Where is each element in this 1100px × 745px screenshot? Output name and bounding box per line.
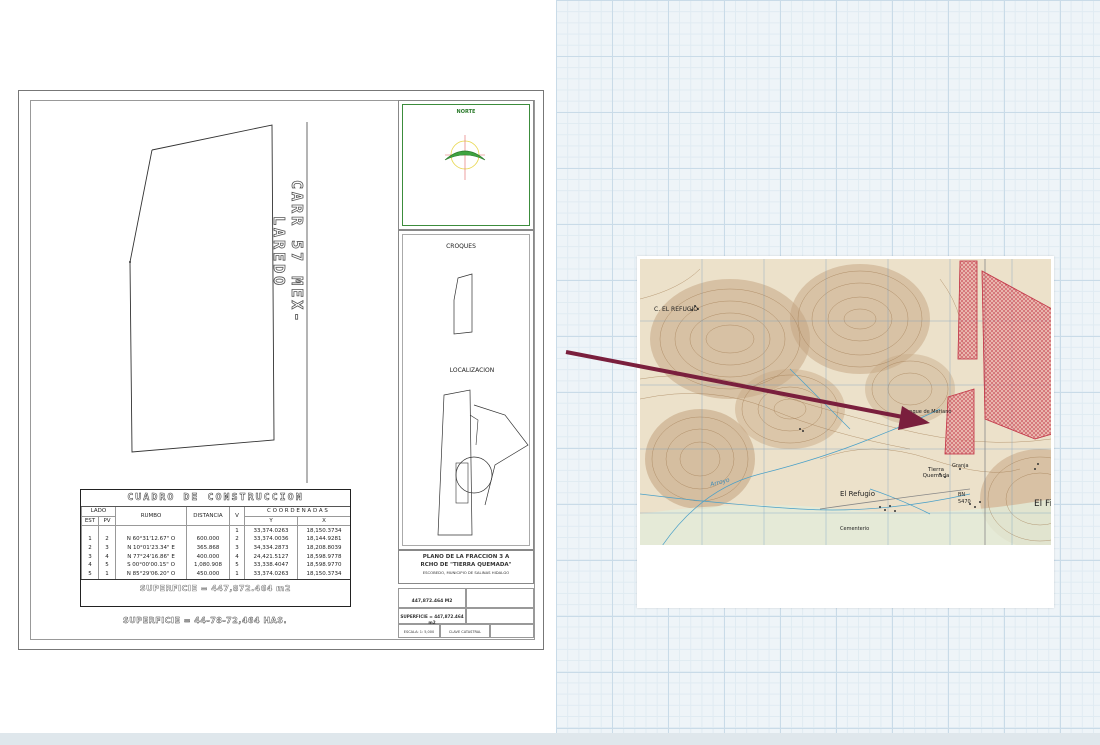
croques-sketch bbox=[453, 273, 473, 335]
table-row: 12 N 60°31'12.67" O 600.000 2 33,374.0036 1… bbox=[81, 535, 350, 544]
title-block-header: PLANO DE LA FRACCION 3 A RCHO DE "TIERRA… bbox=[398, 550, 534, 584]
road-label: CARR 57 MEX- LAREDO bbox=[270, 180, 307, 325]
construction-table-grid: LADO RUMBO DISTANCIA V C O O R D E N A D… bbox=[81, 507, 350, 579]
map-label-granja: Granja bbox=[952, 463, 969, 469]
survey-plan-sheet: CARR 57 MEX- LAREDO NORTE CROQUES LOCALI… bbox=[0, 0, 556, 733]
parcel-polygon bbox=[129, 124, 275, 453]
topo-map-svg bbox=[640, 259, 1051, 545]
title-block-side bbox=[466, 588, 534, 608]
title-block-escala: ESCALA: 1: 5,000 bbox=[398, 624, 440, 638]
map-label-el-refugio: El Refugio bbox=[840, 490, 876, 498]
north-arrow-icon bbox=[444, 135, 486, 180]
table-row: 45 S 00°00'00.15" O 1,080.908 5 33,338.404… bbox=[81, 561, 350, 570]
table-row: 23 N 10°01'23.34" E 365.868 3 34,334.2873 1… bbox=[81, 543, 350, 553]
table-row: 51 N 85°29'06.20" O 450.000 1 33,374.0263 1… bbox=[81, 569, 350, 579]
norte-label: NORTE bbox=[456, 109, 476, 115]
map-label-tierra-quemada: Tierra Quemada bbox=[922, 467, 950, 479]
header-coordenadas: C O O R D E N A D A S bbox=[244, 507, 350, 517]
topographic-map: C. EL REFUGIO Tanque de Mariano Tierra Q… bbox=[640, 259, 1051, 545]
title-block-side-2 bbox=[466, 608, 534, 624]
table-row: 1 33,374.0263 18,150.3734 bbox=[81, 525, 350, 536]
construction-table: CUADRO DE CONSTRUCCION LADO RUMBO DISTAN… bbox=[80, 489, 351, 607]
title-block: PLANO DE LA FRACCION 3 A RCHO DE "TIERRA… bbox=[398, 550, 534, 640]
title-block-area-small: 447,872.464 M2 bbox=[398, 588, 466, 608]
map-label-el-fi: El Fi bbox=[1034, 499, 1051, 509]
map-label-bn: BN bbox=[958, 492, 966, 498]
localizacion-label: LOCALIZACION bbox=[449, 367, 495, 374]
title-block-blank bbox=[490, 624, 534, 638]
title-block-clave: CLAVE CATASTRAL bbox=[440, 624, 490, 638]
superficie-has-label: SUPERFICIE = 44-78-72,464 HAS. bbox=[123, 616, 288, 625]
header-rumbo: RUMBO bbox=[115, 507, 187, 527]
header-y: Y bbox=[243, 516, 298, 527]
header-x: X bbox=[297, 516, 350, 527]
map-label-tanque: Tanque de Mariano bbox=[904, 409, 952, 415]
header-v: V bbox=[229, 507, 245, 527]
table-row: 34 N 77°24'16.86" E 400.000 4 24,421.5127 1… bbox=[81, 552, 350, 562]
localization-sketch bbox=[437, 389, 529, 536]
header-lado: LADO bbox=[81, 507, 116, 517]
table-superficie: SUPERFICIE = 447,872.464 m2 bbox=[81, 578, 350, 598]
map-label-el-refugio-top: C. EL REFUGIO bbox=[654, 306, 698, 313]
header-est: EST bbox=[81, 516, 99, 527]
croques-label: CROQUES bbox=[446, 243, 476, 250]
map-label-cementerio: Cementerio bbox=[840, 526, 870, 532]
vertex-marker bbox=[129, 261, 131, 263]
map-label-elevation: 5470 bbox=[958, 499, 971, 505]
header-distancia: DISTANCIA bbox=[186, 507, 230, 527]
construction-table-title: CUADRO DE CONSTRUCCION bbox=[81, 490, 350, 507]
header-pv: PV bbox=[98, 516, 116, 527]
bottom-strip bbox=[0, 733, 1100, 745]
title-block-superficie: SUPERFICIE = 447,872.464 m2 bbox=[398, 608, 466, 625]
